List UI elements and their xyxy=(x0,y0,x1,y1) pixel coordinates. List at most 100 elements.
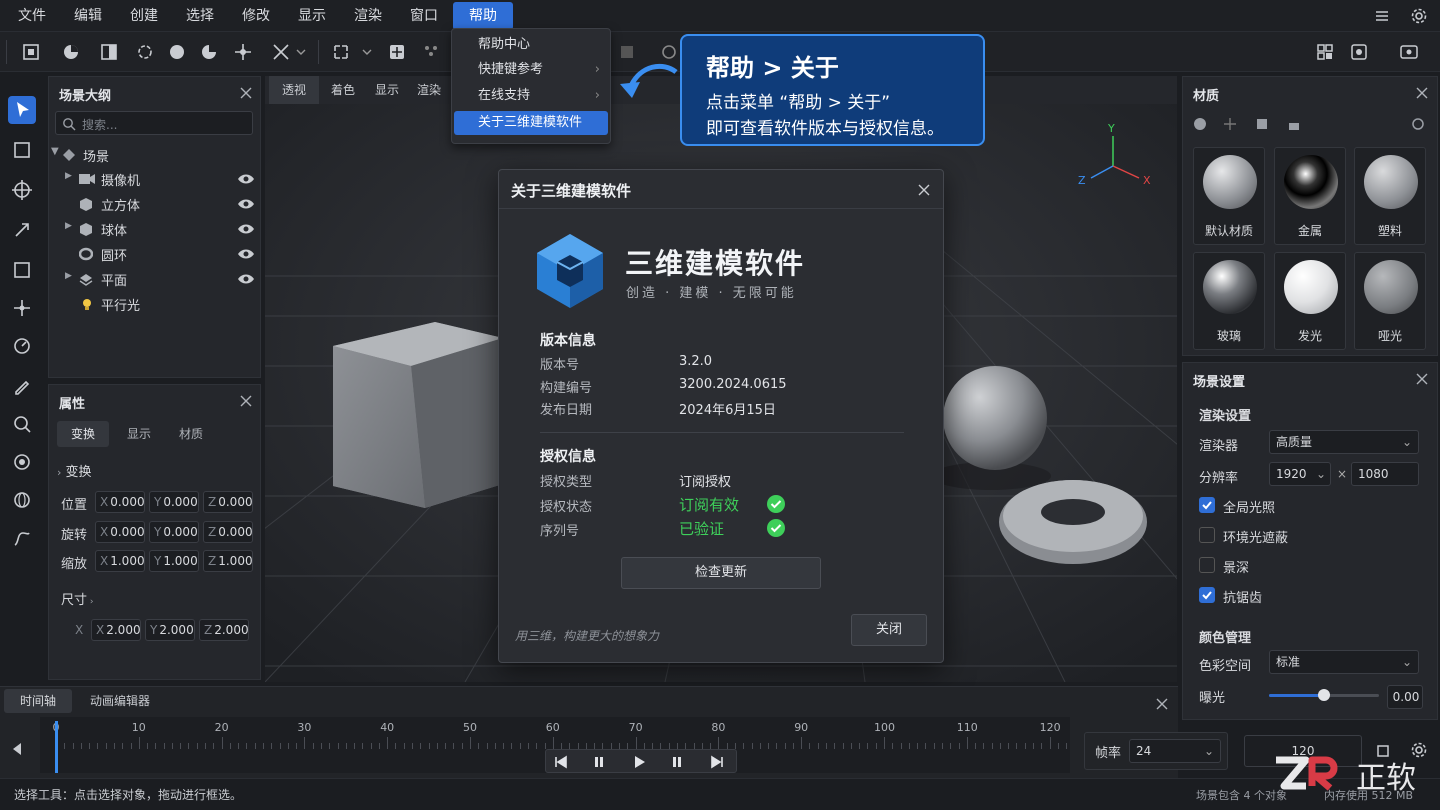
fps-select[interactable]: 24 ⌄ xyxy=(1129,739,1221,763)
measure-tool[interactable] xyxy=(8,332,36,360)
renderer-select[interactable]: 高质量 ⌄ xyxy=(1269,430,1419,454)
menu-window[interactable]: 窗口 xyxy=(400,0,448,32)
orbit-tool[interactable] xyxy=(8,448,36,476)
render-settings-icon[interactable] xyxy=(1348,41,1370,63)
layout-grid-icon[interactable] xyxy=(1314,41,1336,63)
menu-item-online-support[interactable]: 在线支持 › xyxy=(454,84,608,108)
eye-icon[interactable] xyxy=(237,272,255,286)
size-y-field[interactable]: Y 2.000 xyxy=(145,619,195,641)
bucket-icon[interactable] xyxy=(1287,117,1301,131)
menu-display[interactable]: 显示 xyxy=(288,0,336,32)
step-back-icon[interactable] xyxy=(592,755,606,769)
section-transform[interactable]: › 变换 xyxy=(57,461,92,480)
skip-forward-icon[interactable] xyxy=(710,755,724,769)
chevron-right-icon[interactable]: ▶ xyxy=(65,171,72,181)
menu-modify[interactable]: 修改 xyxy=(232,0,280,32)
scale-tool[interactable] xyxy=(8,256,36,284)
select-tool[interactable] xyxy=(8,96,36,124)
play-icon[interactable] xyxy=(632,755,646,769)
panel-icon[interactable] xyxy=(98,41,120,63)
search-input[interactable]: 搜索... xyxy=(55,111,253,135)
zoom-tool[interactable] xyxy=(8,410,36,438)
res-width-input[interactable]: 1920 ⌄ xyxy=(1269,462,1331,486)
position-x-field[interactable]: X 0.000 xyxy=(95,491,145,513)
tab-shading[interactable]: 着色 xyxy=(321,76,365,104)
brush-tool[interactable] xyxy=(8,372,36,400)
tab-display[interactable]: 显示 xyxy=(365,76,409,104)
check-update-button[interactable]: 检查更新 xyxy=(621,557,821,589)
size-z-field[interactable]: Z 2.000 xyxy=(199,619,249,641)
select-frame-icon[interactable] xyxy=(20,41,42,63)
render-view-icon[interactable] xyxy=(1398,41,1420,63)
chevron-left-icon[interactable] xyxy=(10,741,24,757)
menu-item-about[interactable]: 关于三维建模软件 xyxy=(454,111,608,135)
grid-move-icon[interactable] xyxy=(386,41,408,63)
tab-perspective[interactable]: 透视 xyxy=(269,76,319,104)
position-y-field[interactable]: Y 0.000 xyxy=(149,491,199,513)
size-x-field[interactable]: X 2.000 xyxy=(91,619,141,641)
tree-item-camera[interactable]: ▶ 摄像机 xyxy=(49,167,259,191)
eye-icon[interactable] xyxy=(237,222,255,236)
close-button[interactable]: 关闭 xyxy=(851,614,927,646)
menu-item-shortcuts[interactable]: 快捷键参考 › xyxy=(454,58,608,82)
tree-item-torus[interactable]: 圆环 xyxy=(49,242,259,266)
menu-help[interactable]: 帮助 xyxy=(453,2,513,30)
close-icon[interactable] xyxy=(917,183,931,197)
tree-item-plane[interactable]: ▶ 平面 xyxy=(49,267,259,291)
material-plastic[interactable]: 塑料 xyxy=(1354,147,1426,245)
transform-tool[interactable] xyxy=(8,216,36,244)
skip-back-icon[interactable] xyxy=(554,755,568,769)
pivot-icon[interactable] xyxy=(232,41,254,63)
slider-handle[interactable] xyxy=(1318,689,1330,701)
chevron-right-icon[interactable]: ▶ xyxy=(65,221,72,231)
position-z-field[interactable]: Z 0.000 xyxy=(203,491,253,513)
tree-item-light[interactable]: 平行光 xyxy=(49,292,259,316)
scale-x-field[interactable]: X 1.000 xyxy=(95,550,145,572)
tab-timeline[interactable]: 时间轴 xyxy=(4,689,72,713)
exposure-input[interactable]: 0.00 xyxy=(1387,685,1423,709)
material-glass[interactable]: 玻璃 xyxy=(1193,252,1265,350)
camera-lens-icon[interactable] xyxy=(658,41,680,63)
menu-file[interactable]: 文件 xyxy=(8,0,56,32)
playhead[interactable] xyxy=(55,721,58,773)
tab-transform[interactable]: 变换 xyxy=(57,421,109,447)
ao-checkbox[interactable] xyxy=(1199,527,1215,543)
eye-icon[interactable] xyxy=(237,172,255,186)
sphere-icon[interactable] xyxy=(166,41,188,63)
pie-icon[interactable] xyxy=(60,41,82,63)
rotation-y-field[interactable]: Y 0.000 xyxy=(149,521,199,543)
add-material-icon[interactable] xyxy=(1193,117,1207,131)
refresh-icon[interactable] xyxy=(1411,117,1425,131)
res-height-input[interactable]: 1080 xyxy=(1351,462,1419,486)
tree-item-sphere[interactable]: ▶ 球体 xyxy=(49,217,259,241)
gear-icon[interactable] xyxy=(1410,7,1428,25)
tab-display[interactable]: 显示 xyxy=(113,421,165,447)
tab-material[interactable]: 材质 xyxy=(165,421,217,447)
eye-icon[interactable] xyxy=(237,247,255,261)
move-tool[interactable] xyxy=(8,176,36,204)
chevron-down-icon[interactable] xyxy=(360,41,374,63)
scatter-icon[interactable] xyxy=(420,41,442,63)
square-icon[interactable] xyxy=(616,41,638,63)
curve-tool[interactable] xyxy=(8,524,36,552)
tree-item-cube[interactable]: 立方体 xyxy=(49,192,259,216)
menu-render[interactable]: 渲染 xyxy=(344,0,392,32)
aa-checkbox[interactable] xyxy=(1199,587,1215,603)
chevron-down-icon[interactable] xyxy=(294,41,308,63)
chevron-down-icon[interactable]: ▼ xyxy=(51,146,59,157)
close-icon[interactable] xyxy=(239,394,253,408)
close-icon[interactable] xyxy=(1415,86,1429,100)
rotation-z-field[interactable]: Z 0.000 xyxy=(203,521,253,543)
gi-checkbox[interactable] xyxy=(1199,497,1215,513)
snap-icon[interactable] xyxy=(270,41,292,63)
rotation-x-field[interactable]: X 0.000 xyxy=(95,521,145,543)
pause-icon[interactable] xyxy=(670,755,684,769)
tree-root[interactable]: ▼ 场景 xyxy=(49,143,259,167)
close-icon[interactable] xyxy=(1415,372,1429,386)
paint-icon[interactable] xyxy=(1255,117,1269,131)
exposure-slider[interactable] xyxy=(1269,689,1379,701)
dof-checkbox[interactable] xyxy=(1199,557,1215,573)
close-icon[interactable] xyxy=(239,86,253,100)
material-default[interactable]: 默认材质 xyxy=(1193,147,1265,245)
menu-item-help-center[interactable]: 帮助中心 xyxy=(454,33,608,57)
